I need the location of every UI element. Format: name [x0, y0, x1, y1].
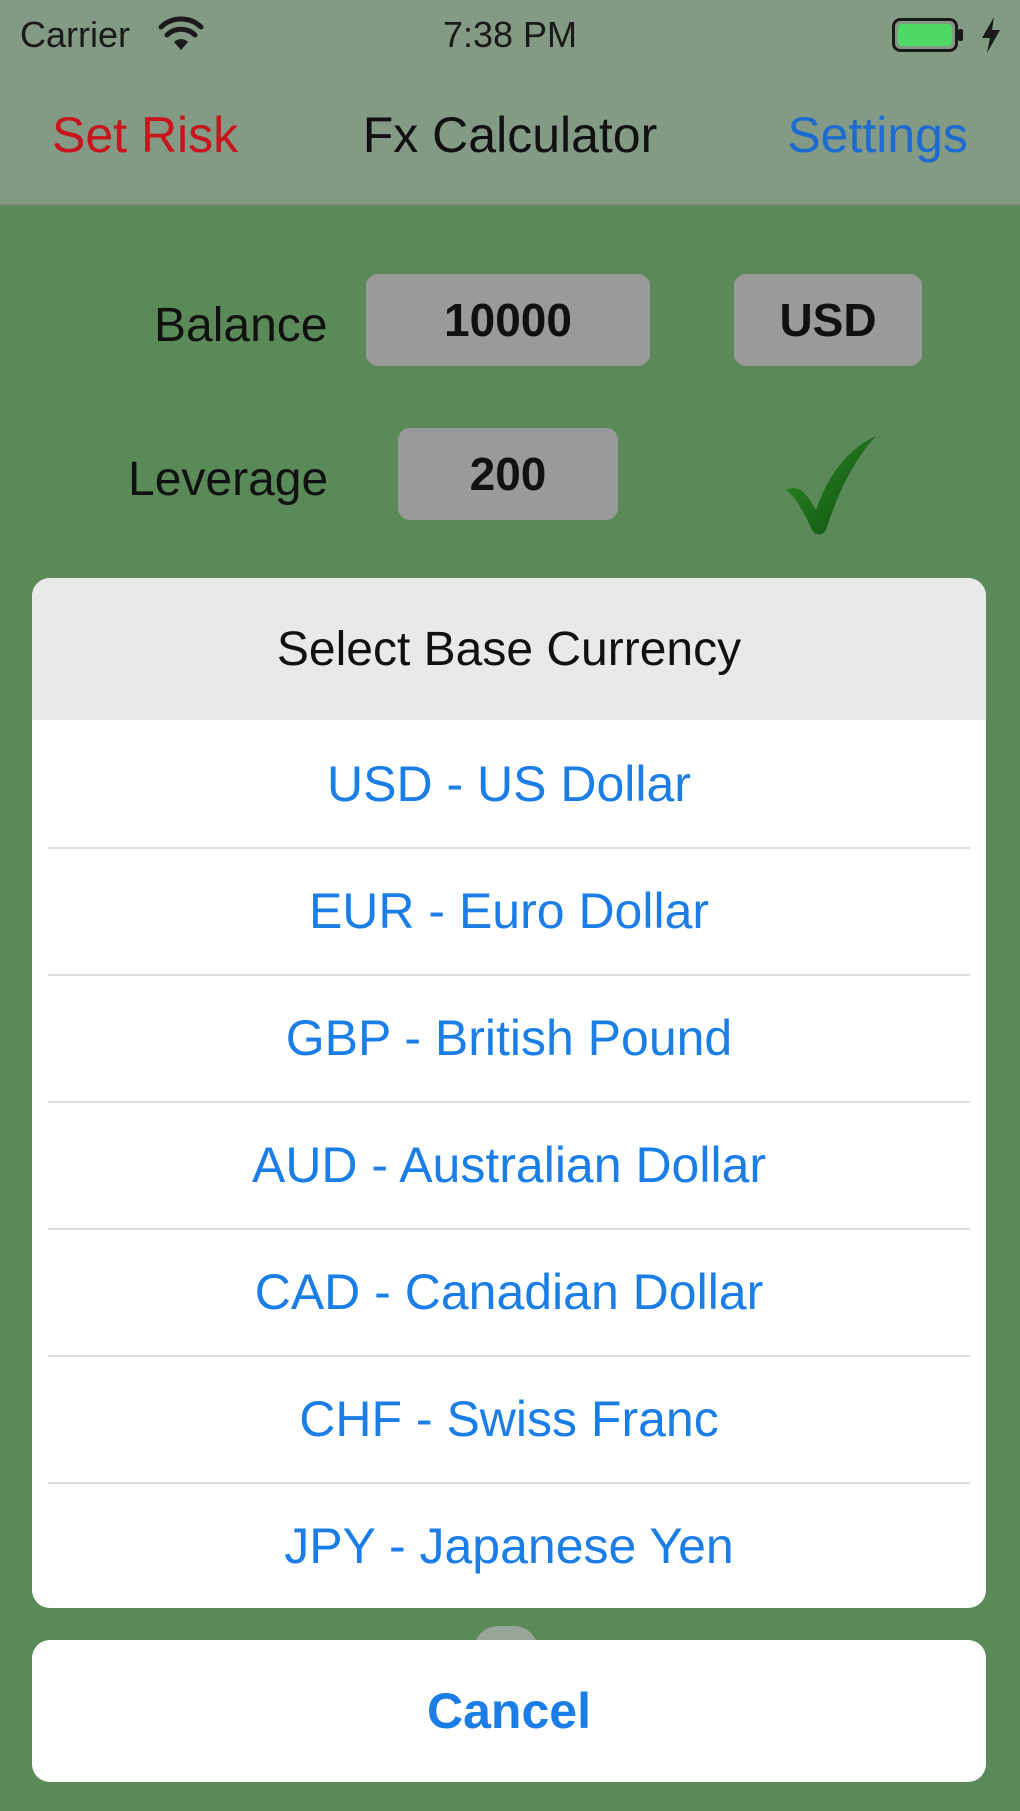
option-eur[interactable]: EUR - Euro Dollar — [32, 847, 986, 974]
balance-field[interactable]: 10000 — [366, 274, 650, 366]
currency-action-sheet: Select Base Currency USD - US Dollar EUR… — [32, 578, 986, 1608]
checkmark-icon[interactable] — [784, 432, 880, 536]
option-usd[interactable]: USD - US Dollar — [32, 720, 986, 847]
status-bar: Carrier 7:38 PM — [0, 0, 1020, 70]
balance-label: Balance — [154, 299, 328, 352]
option-aud[interactable]: AUD - Australian Dollar — [32, 1101, 986, 1228]
leverage-label: Leverage — [128, 453, 329, 506]
settings-button[interactable]: Settings — [787, 106, 968, 164]
option-chf[interactable]: CHF - Swiss Franc — [32, 1355, 986, 1482]
currency-button[interactable]: USD — [734, 274, 922, 366]
option-gbp[interactable]: GBP - British Pound — [32, 974, 986, 1101]
sheet-title: Select Base Currency — [32, 578, 986, 720]
battery-icon — [892, 18, 963, 52]
option-cad[interactable]: CAD - Canadian Dollar — [32, 1228, 986, 1355]
top-bar: Carrier 7:38 PM Set Risk Fx Calculator S… — [0, 0, 1020, 206]
charging-bolt-icon — [982, 17, 1000, 53]
app-screen: Carrier 7:38 PM Set Risk Fx Calculator S… — [0, 0, 1020, 1811]
option-jpy[interactable]: JPY - Japanese Yen — [32, 1482, 986, 1608]
clock: 7:38 PM — [442, 14, 578, 55]
navigation-bar: Set Risk Fx Calculator Settings — [0, 70, 1020, 206]
leverage-field[interactable]: 200 — [398, 428, 618, 520]
cancel-button[interactable]: Cancel — [32, 1640, 986, 1782]
